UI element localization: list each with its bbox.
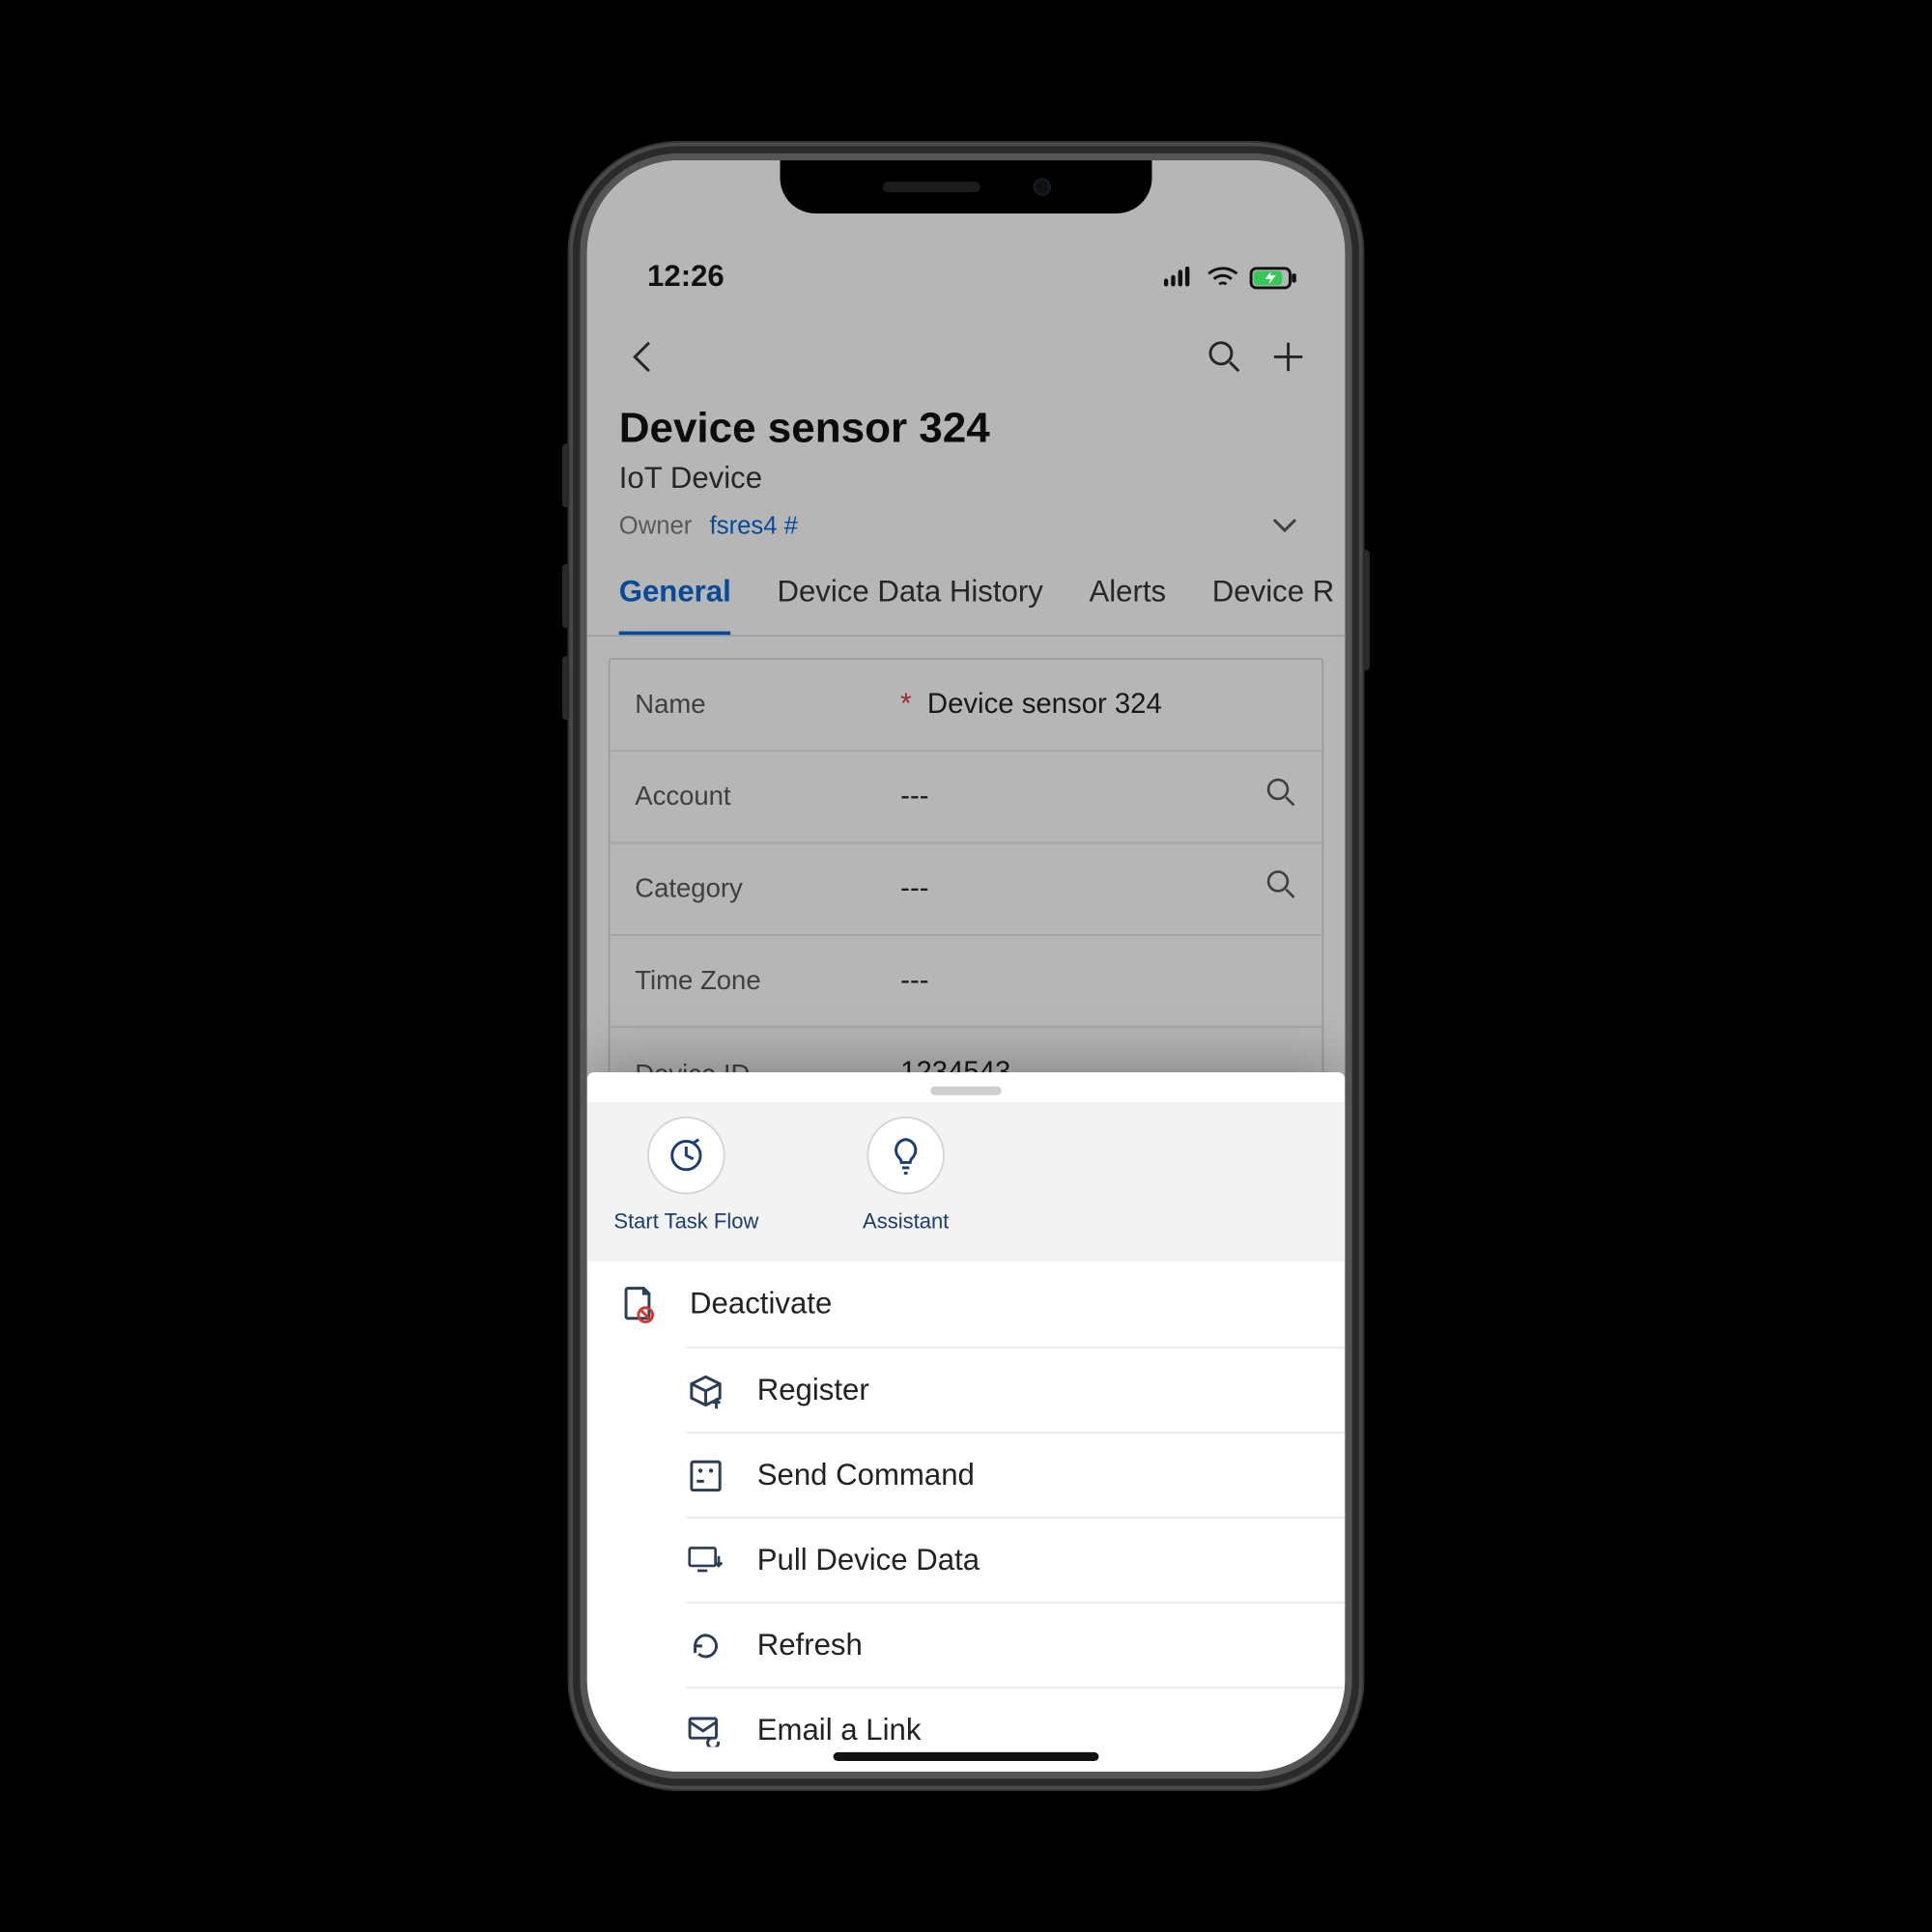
nav-bar bbox=[587, 316, 1346, 397]
deactivate-icon bbox=[619, 1285, 658, 1323]
required-indicator: * bbox=[900, 689, 911, 721]
owner-label: Owner bbox=[619, 511, 693, 539]
battery-charging-icon bbox=[1249, 266, 1298, 289]
cellular-icon bbox=[1162, 267, 1196, 288]
field-name-label: Name bbox=[635, 690, 705, 720]
pull-device-data-icon bbox=[686, 1543, 724, 1578]
tab-bar: General Device Data History Alerts Devic… bbox=[587, 557, 1346, 637]
tab-general[interactable]: General bbox=[619, 575, 731, 637]
search-icon bbox=[1207, 339, 1242, 375]
form-general: Name * Device sensor 324 Account --- Cat… bbox=[609, 658, 1324, 1122]
wifi-icon bbox=[1207, 266, 1238, 289]
field-timezone-value: --- bbox=[900, 965, 1297, 997]
owner-value: fsres4 # bbox=[710, 511, 798, 539]
task-flow-icon bbox=[667, 1136, 705, 1175]
action-deactivate[interactable]: Deactivate bbox=[619, 1262, 1346, 1347]
field-timezone[interactable]: Time Zone --- bbox=[611, 936, 1322, 1028]
page-subtitle: IoT Device bbox=[619, 462, 1314, 497]
action-pull-device-data[interactable]: Pull Device Data bbox=[686, 1517, 1345, 1602]
action-register-label: Register bbox=[757, 1373, 869, 1408]
back-button[interactable] bbox=[611, 325, 675, 388]
action-pull-device-data-label: Pull Device Data bbox=[757, 1543, 980, 1578]
quick-start-task-flow-label: Start Task Flow bbox=[613, 1208, 758, 1234]
phone-screen: 12:26 bbox=[587, 160, 1346, 1772]
quick-assistant[interactable]: Assistant bbox=[828, 1117, 983, 1234]
refresh-icon bbox=[686, 1628, 724, 1663]
page-title: Device sensor 324 bbox=[619, 405, 1314, 454]
field-account-label: Account bbox=[635, 781, 900, 811]
field-account-value: --- bbox=[900, 781, 1265, 812]
status-bar: 12:26 bbox=[587, 239, 1346, 317]
send-command-icon bbox=[686, 1458, 724, 1493]
field-name-value: Device sensor 324 bbox=[927, 689, 1297, 721]
field-category-label: Category bbox=[635, 874, 900, 904]
lightbulb-icon bbox=[888, 1136, 923, 1175]
sheet-grabber[interactable] bbox=[930, 1087, 1001, 1095]
action-sheet: Start Task Flow Assistant Deactivate Reg bbox=[587, 1072, 1346, 1772]
action-list: Deactivate Register Send Command Pull De… bbox=[587, 1262, 1346, 1772]
search-button[interactable] bbox=[1193, 325, 1257, 388]
quick-assistant-label: Assistant bbox=[863, 1208, 949, 1234]
tab-device-r[interactable]: Device R bbox=[1212, 575, 1334, 635]
quick-start-task-flow[interactable]: Start Task Flow bbox=[609, 1117, 764, 1234]
field-timezone-label: Time Zone bbox=[635, 966, 900, 996]
lookup-icon[interactable] bbox=[1265, 868, 1297, 909]
action-register[interactable]: Register bbox=[686, 1347, 1345, 1432]
plus-icon bbox=[1270, 339, 1306, 375]
action-send-command-label: Send Command bbox=[757, 1458, 975, 1493]
field-category-value: --- bbox=[900, 873, 1265, 905]
phone-frame: 12:26 bbox=[569, 143, 1362, 1790]
action-deactivate-label: Deactivate bbox=[690, 1287, 832, 1322]
status-indicators bbox=[1162, 266, 1298, 289]
chevron-left-icon bbox=[630, 339, 658, 375]
action-refresh[interactable]: Refresh bbox=[686, 1602, 1345, 1687]
field-category[interactable]: Category --- bbox=[611, 844, 1322, 936]
owner-row[interactable]: Owner fsres4 # bbox=[619, 511, 1314, 539]
field-account[interactable]: Account --- bbox=[611, 752, 1322, 843]
lookup-icon[interactable] bbox=[1265, 777, 1297, 817]
phone-notch bbox=[781, 160, 1152, 213]
action-email-link-label: Email a Link bbox=[757, 1713, 922, 1748]
action-refresh-label: Refresh bbox=[757, 1628, 863, 1663]
chevron-down-icon bbox=[1270, 511, 1313, 539]
email-link-icon bbox=[686, 1714, 724, 1746]
tab-alerts[interactable]: Alerts bbox=[1089, 575, 1166, 635]
field-name[interactable]: Name * Device sensor 324 bbox=[611, 660, 1322, 752]
status-time: 12:26 bbox=[647, 260, 724, 296]
register-icon bbox=[686, 1371, 724, 1409]
home-indicator[interactable] bbox=[834, 1752, 1099, 1761]
tab-device-data-history[interactable]: Device Data History bbox=[777, 575, 1042, 635]
add-button[interactable] bbox=[1257, 325, 1321, 388]
quick-actions-row: Start Task Flow Assistant bbox=[587, 1102, 1346, 1262]
action-send-command[interactable]: Send Command bbox=[686, 1432, 1345, 1517]
